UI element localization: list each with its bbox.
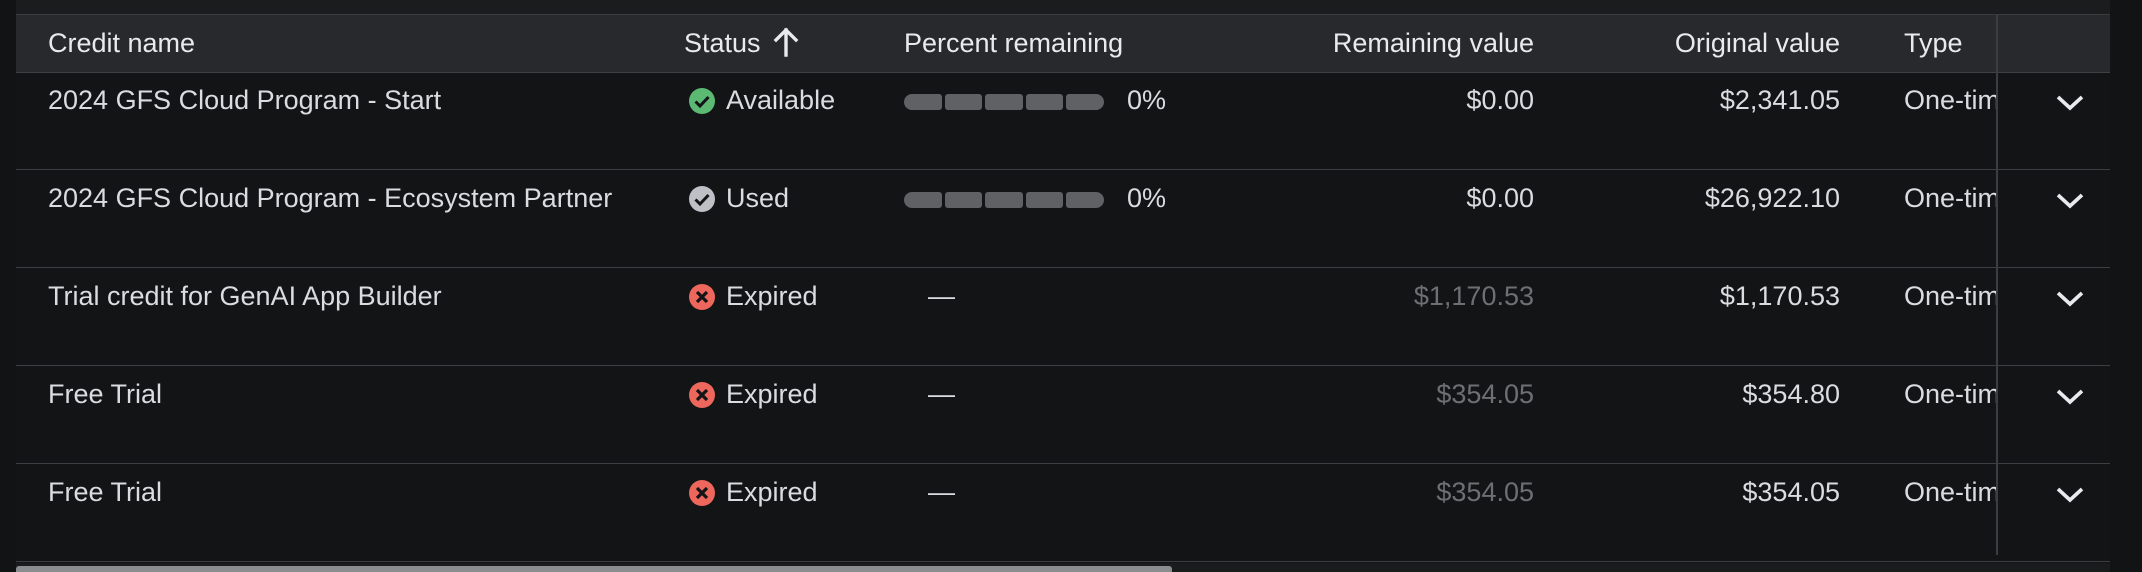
credit-name: Free Trial <box>48 477 163 507</box>
credit-type: One-time <box>1904 477 1996 507</box>
remaining-value: $354.05 <box>1436 379 1534 409</box>
credit-type: One-time <box>1904 183 1996 213</box>
status-cell: Available <box>688 72 835 129</box>
status-cell: Expired <box>688 268 818 325</box>
credits-table-panel: Credit name Status Percent remaining Rem… <box>16 0 2110 572</box>
original-value: $354.80 <box>1742 379 1840 409</box>
chevron-down-icon[interactable] <box>2054 186 2086 214</box>
column-header-credit-name[interactable]: Credit name <box>48 15 195 72</box>
table-row[interactable]: Free Trial Expired — $354.05 $354.05 One… <box>16 464 2110 562</box>
table-row[interactable]: Free Trial Expired — $354.05 $354.80 One… <box>16 366 2110 464</box>
status-cell: Used <box>688 170 789 227</box>
status-cell: Expired <box>688 464 818 521</box>
percent-remaining-value: 0% <box>1127 183 1167 213</box>
status-label: Expired <box>726 379 818 409</box>
table-row[interactable]: 2024 GFS Cloud Program - Start Available… <box>16 72 2110 170</box>
x-circle-red-icon <box>688 470 716 506</box>
column-header-status-label: Status <box>684 28 761 58</box>
column-header-percent-remaining[interactable]: Percent remaining <box>904 15 1123 72</box>
x-circle-red-icon <box>688 372 716 408</box>
percent-remaining-value: — <box>928 281 955 311</box>
original-value: $1,170.53 <box>1719 281 1840 311</box>
remaining-value: $1,170.53 <box>1413 281 1534 311</box>
check-circle-green-icon <box>688 78 716 114</box>
credit-name: 2024 GFS Cloud Program - Ecosystem Partn… <box>48 183 613 213</box>
status-label: Expired <box>726 477 818 507</box>
column-header-original-value[interactable]: Original value <box>1516 15 1840 72</box>
table-header: Credit name Status Percent remaining Rem… <box>16 15 2110 73</box>
table-row[interactable]: Trial credit for GenAI App Builder Expir… <box>16 268 2110 366</box>
credit-type: One-time <box>1904 85 1996 115</box>
credit-name: Trial credit for GenAI App Builder <box>48 281 442 311</box>
credit-name: 2024 GFS Cloud Program - Start <box>48 85 442 115</box>
status-label: Expired <box>726 281 818 311</box>
remaining-value: $354.05 <box>1436 477 1534 507</box>
percent-remaining-value: — <box>928 477 955 507</box>
horizontal-scrollbar-thumb[interactable] <box>16 566 1172 572</box>
chevron-down-icon[interactable] <box>2054 284 2086 312</box>
x-circle-red-icon <box>688 274 716 310</box>
status-label: Available <box>726 85 836 115</box>
original-value: $354.05 <box>1742 477 1840 507</box>
sticky-column-divider <box>1996 15 1998 555</box>
percent-remaining-value: — <box>928 379 955 409</box>
status-cell: Expired <box>688 366 818 423</box>
status-label: Used <box>726 183 790 213</box>
credit-type: One-time <box>1904 281 1996 311</box>
table-row[interactable]: 2024 GFS Cloud Program - Ecosystem Partn… <box>16 170 2110 268</box>
remaining-value: $0.00 <box>1466 183 1534 213</box>
chevron-down-icon[interactable] <box>2054 480 2086 508</box>
progress-bar <box>904 94 1104 110</box>
remaining-value: $0.00 <box>1466 85 1534 115</box>
chevron-down-icon[interactable] <box>2054 382 2086 410</box>
progress-bar <box>904 192 1104 208</box>
credit-type: One-time <box>1904 379 1996 409</box>
arrow-up-icon[interactable] <box>773 27 799 57</box>
original-value: $2,341.05 <box>1719 85 1840 115</box>
column-header-remaining-value[interactable]: Remaining value <box>1216 15 1534 72</box>
chevron-down-icon[interactable] <box>2054 88 2086 116</box>
check-circle-grey-icon <box>688 176 716 212</box>
toolbar-strip <box>16 0 2110 15</box>
percent-remaining-value: 0% <box>1127 85 1167 115</box>
column-header-status[interactable]: Status <box>684 15 799 72</box>
original-value: $26,922.10 <box>1704 183 1840 213</box>
column-header-type[interactable]: Type <box>1904 15 1963 72</box>
credit-name: Free Trial <box>48 379 163 409</box>
